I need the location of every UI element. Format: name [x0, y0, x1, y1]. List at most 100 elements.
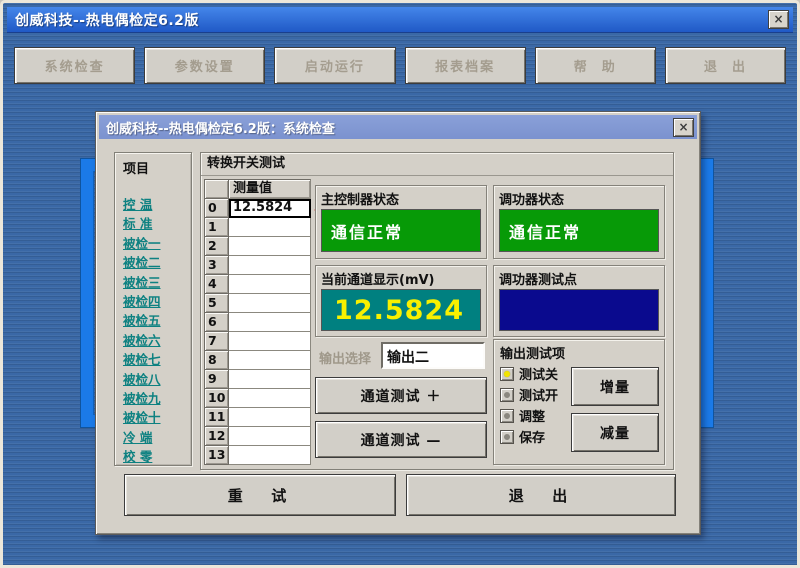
row-value[interactable] — [229, 256, 311, 275]
project-link-zero-cal[interactable]: 校 零 — [123, 447, 191, 466]
row-index: 9 — [204, 370, 229, 389]
exit-button[interactable]: 退 出 — [406, 474, 676, 516]
switch-test-groupbox: 转换开关测试 测量值 0 12.5824 1 2 — [200, 152, 674, 470]
main-toolbar: 系统检查 参数设置 启动运行 报表档案 帮 助 退 出 — [14, 47, 786, 84]
project-link-dut-6[interactable]: 被检六 — [123, 331, 191, 350]
row-value[interactable] — [229, 294, 311, 313]
row-index: 10 — [204, 389, 229, 408]
output-select-input[interactable]: 输出二 — [381, 342, 485, 369]
table-row[interactable]: 4 — [204, 275, 311, 294]
row-value[interactable] — [229, 218, 311, 237]
table-header-row: 测量值 — [204, 179, 311, 199]
row-value[interactable] — [229, 389, 311, 408]
project-link-dut-10[interactable]: 被检十 — [123, 408, 191, 427]
toolbar-button-parameter-settings[interactable]: 参数设置 — [144, 47, 265, 84]
toolbar-button-report-archive[interactable]: 报表档案 — [405, 47, 526, 84]
radio-button-icon[interactable] — [500, 388, 514, 402]
table-row[interactable]: 12 — [204, 427, 311, 446]
table-row[interactable]: 11 — [204, 408, 311, 427]
radio-label: 测试关 — [519, 364, 558, 383]
row-index: 13 — [204, 446, 229, 465]
regulator-status-label: 调功器状态 — [499, 189, 659, 207]
radio-label: 调整 — [519, 406, 545, 425]
dialog-title: 创威科技--热电偶检定6.2版：系统检查 — [106, 118, 673, 137]
main-titlebar: 创威科技--热电偶检定6.2版 × — [7, 7, 793, 33]
table-row[interactable]: 1 — [204, 218, 311, 237]
table-row[interactable]: 7 — [204, 332, 311, 351]
main-controller-status-panel: 主控制器状态 通信正常 — [315, 185, 487, 259]
output-test-items-title: 输出测试项 — [500, 343, 664, 363]
row-value[interactable] — [229, 408, 311, 427]
table-row[interactable]: 9 — [204, 370, 311, 389]
project-link-dut-3[interactable]: 被检三 — [123, 273, 191, 292]
radio-label: 保存 — [519, 427, 545, 446]
main-close-icon[interactable]: × — [768, 10, 789, 29]
table-row[interactable]: 2 — [204, 237, 311, 256]
radio-button-icon[interactable] — [500, 367, 514, 381]
table-value-header: 测量值 — [229, 179, 311, 199]
table-row[interactable]: 0 12.5824 — [204, 199, 311, 218]
row-index: 1 — [204, 218, 229, 237]
project-link-standard[interactable]: 标 准 — [123, 214, 191, 233]
toolbar-button-exit[interactable]: 退 出 — [665, 47, 786, 84]
table-row[interactable]: 10 — [204, 389, 311, 408]
toolbar-button-start-run[interactable]: 启动运行 — [274, 47, 395, 84]
row-index: 8 — [204, 351, 229, 370]
dialog-close-icon[interactable]: × — [673, 118, 694, 137]
row-index: 5 — [204, 294, 229, 313]
channel-test-minus-button[interactable]: 通道测试 — — [315, 421, 487, 458]
row-index: 6 — [204, 313, 229, 332]
screen: 创威科技--热电偶检定6.2版 × 系统检查 参数设置 启动运行 报表档案 帮 … — [0, 0, 800, 568]
project-link-dut-9[interactable]: 被检九 — [123, 389, 191, 408]
radio-label: 测试开 — [519, 385, 558, 404]
channel-display-value: 12.5824 — [321, 289, 481, 331]
radio-button-icon[interactable] — [500, 409, 514, 423]
channel-test-plus-button[interactable]: 通道测试 ＋ — [315, 377, 487, 414]
main-window-title: 创威科技--热电偶检定6.2版 — [15, 10, 768, 30]
table-corner-cell — [204, 179, 229, 199]
row-value[interactable]: 12.5824 — [229, 199, 311, 218]
channel-display-label: 当前通道显示(mV) — [321, 269, 481, 287]
row-index: 2 — [204, 237, 229, 256]
regulator-status-panel: 调功器状态 通信正常 — [493, 185, 665, 259]
decrement-button[interactable]: 减量 — [571, 413, 659, 452]
project-link-dut-8[interactable]: 被检八 — [123, 370, 191, 389]
increment-button[interactable]: 增量 — [571, 367, 659, 406]
main-controller-status-value: 通信正常 — [321, 209, 481, 252]
row-value[interactable] — [229, 427, 311, 446]
dialog-titlebar[interactable]: 创威科技--热电偶检定6.2版：系统检查 × — [99, 115, 697, 139]
retry-button[interactable]: 重 试 — [124, 474, 396, 516]
table-row[interactable]: 3 — [204, 256, 311, 275]
row-index: 7 — [204, 332, 229, 351]
table-row[interactable]: 6 — [204, 313, 311, 332]
row-value[interactable] — [229, 370, 311, 389]
row-value[interactable] — [229, 351, 311, 370]
project-link-dut-2[interactable]: 被检二 — [123, 253, 191, 272]
row-value[interactable] — [229, 275, 311, 294]
row-index: 11 — [204, 408, 229, 427]
toolbar-button-system-check[interactable]: 系统检查 — [14, 47, 135, 84]
main-window: 创威科技--热电偶检定6.2版 × 系统检查 参数设置 启动运行 报表档案 帮 … — [0, 0, 800, 568]
row-value[interactable] — [229, 446, 311, 465]
table-row[interactable]: 8 — [204, 351, 311, 370]
toolbar-button-help[interactable]: 帮 助 — [535, 47, 656, 84]
project-link-cold-end[interactable]: 冷 端 — [123, 428, 191, 447]
row-index: 12 — [204, 427, 229, 446]
row-value[interactable] — [229, 332, 311, 351]
project-panel: 项目 控 温 标 准 被检一 被检二 被检三 被检四 被检五 被检六 被检七 被… — [114, 152, 192, 466]
project-link-dut-5[interactable]: 被检五 — [123, 311, 191, 330]
project-link-dut-7[interactable]: 被检七 — [123, 350, 191, 369]
project-link-dut-4[interactable]: 被检四 — [123, 292, 191, 311]
radio-button-icon[interactable] — [500, 430, 514, 444]
row-index: 0 — [204, 199, 229, 218]
project-link-dut-1[interactable]: 被检一 — [123, 234, 191, 253]
system-check-dialog: 创威科技--热电偶检定6.2版：系统检查 × 项目 控 温 标 准 被检一 被检… — [95, 111, 701, 535]
table-row[interactable]: 13 — [204, 446, 311, 465]
project-link-control-temp[interactable]: 控 温 — [123, 195, 191, 214]
row-value[interactable] — [229, 237, 311, 256]
regulator-test-point-label: 调功器测试点 — [499, 269, 659, 287]
regulator-test-point-panel: 调功器测试点 — [493, 265, 665, 337]
table-row[interactable]: 5 — [204, 294, 311, 313]
row-index: 4 — [204, 275, 229, 294]
row-value[interactable] — [229, 313, 311, 332]
